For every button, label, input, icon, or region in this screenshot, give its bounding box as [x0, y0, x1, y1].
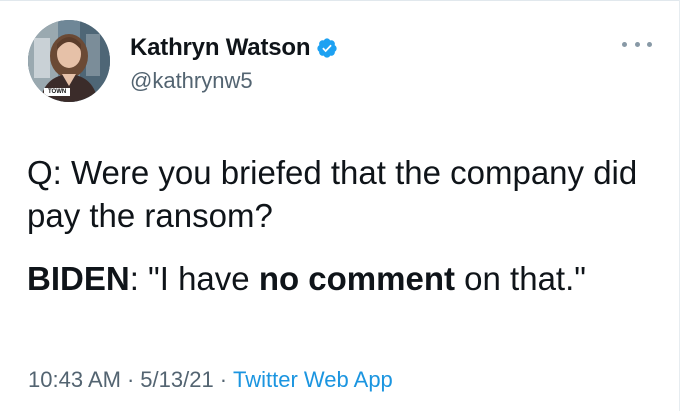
meta-separator: ·: [219, 367, 228, 392]
quote-start: "I have: [138, 260, 259, 297]
author-block: Kathryn Watson @kathrynw5: [130, 32, 338, 94]
tweet-source-link[interactable]: Twitter Web App: [233, 367, 393, 392]
avatar[interactable]: TOWN: [28, 20, 110, 102]
name-row: Kathryn Watson: [130, 32, 338, 64]
quote-emphasis: no comment: [258, 260, 455, 297]
quote-end: on that.": [455, 260, 586, 297]
tweet-card: TOWN Kathryn Watson @kathrynw5 Q: Were y…: [0, 0, 680, 411]
author-handle[interactable]: @kathrynw5: [130, 68, 338, 94]
tweet-text: Q: Were you briefed that the company did…: [27, 151, 667, 300]
avatar-image: [28, 20, 110, 102]
more-options-icon[interactable]: [622, 37, 652, 51]
tweet-question: Q: Were you briefed that the company did…: [27, 154, 638, 234]
top-divider: [0, 0, 680, 1]
tweet-metadata: 10:43 AM · 5/13/21 · Twitter Web App: [28, 367, 393, 393]
verified-badge-icon: [316, 37, 338, 59]
tweet-answer: BIDEN: "I have no comment on that.": [27, 257, 667, 300]
more-dot: [634, 41, 640, 47]
tweet-date[interactable]: 5/13/21: [140, 367, 213, 392]
more-dot: [622, 41, 627, 47]
more-dot: [647, 41, 652, 47]
author-display-name[interactable]: Kathryn Watson: [130, 34, 311, 62]
tweet-time[interactable]: 10:43 AM: [28, 367, 121, 392]
avatar-caption: TOWN: [48, 89, 67, 95]
speaker-name: BIDEN: [27, 260, 130, 297]
speaker-colon: :: [129, 260, 139, 297]
meta-separator: ·: [126, 367, 135, 392]
